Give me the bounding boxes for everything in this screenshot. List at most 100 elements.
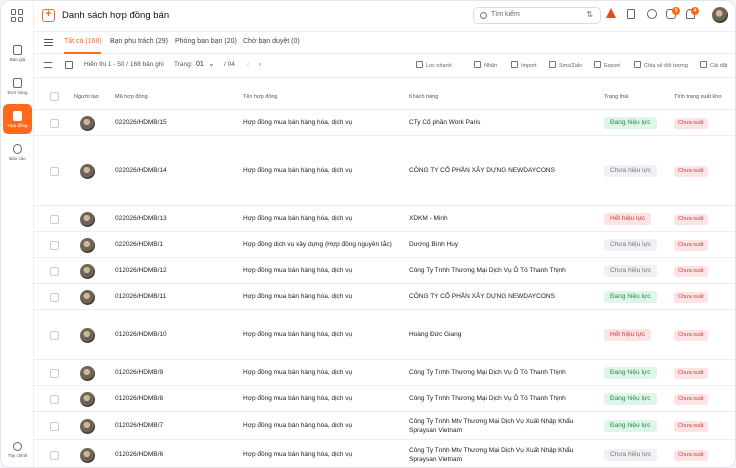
creator-avatar (80, 447, 95, 463)
tab-department[interactable]: Phòng ban bạn (20) (175, 38, 237, 45)
page-total: / 04 (224, 61, 235, 68)
contract-code[interactable]: 012026/HDMB/6 (115, 451, 163, 458)
label-button[interactable]: Nhãn (474, 61, 497, 69)
page-select[interactable]: 01 (196, 61, 204, 68)
stock-status-badge: Chưa xuất (674, 239, 708, 251)
table-row[interactable]: 022026/HDMB/1 Hợp đồng dịch vụ xây dựng (… (34, 232, 735, 258)
sidebar-item-contract[interactable]: Hợp đồng (3, 104, 32, 134)
menu-icon[interactable] (44, 39, 53, 46)
table-row[interactable]: 022026/HDMB/14 Hợp đồng mua bán hàng hóa,… (34, 136, 735, 206)
tab-mine[interactable]: Bạn phụ trách (29) (110, 38, 168, 45)
panel-toggle-icon[interactable] (65, 61, 73, 69)
contract-name: Hợp đồng mua bán hàng hóa, dịch vụ (243, 167, 353, 174)
brand-logo-icon (606, 8, 616, 18)
sidebar-item-quote[interactable]: Báo giá (3, 38, 32, 68)
table-row[interactable]: 012026/HDMB/10 Hợp đồng mua bán hàng hóa,… (34, 310, 735, 360)
status-badge: Đang hiệu lực (604, 420, 657, 432)
select-all-checkbox[interactable] (50, 92, 59, 101)
quick-filter-button[interactable]: Lọc nhanh (416, 61, 452, 69)
sidebar-item-order[interactable]: Đơn hàng (3, 71, 32, 101)
row-checkbox[interactable] (50, 330, 59, 340)
status-badge: Chưa hiệu lực (604, 239, 658, 251)
table-row[interactable]: 012026/HDMB/9 Hợp đồng mua bán hàng hóa, … (34, 360, 735, 386)
table-row[interactable]: 012026/HDMB/12 Hợp đồng mua bán hàng hóa,… (34, 258, 735, 284)
contract-table: Người tạo Mã hợp đồng Tên hợp đồng Khách… (34, 78, 735, 467)
status-badge: Chưa hiệu lực (604, 265, 658, 277)
stock-status-badge: Chưa xuất (674, 165, 708, 177)
customer-name: Công Ty Tnhh Thương Mại Dịch Vụ Ô Tô Tha… (409, 369, 566, 376)
column-settings-icon[interactable] (44, 62, 52, 68)
import-button[interactable]: Import (511, 61, 537, 69)
prev-page-icon[interactable]: ‹ (247, 61, 249, 68)
row-checkbox[interactable] (50, 292, 59, 302)
sidebar-item-report[interactable]: Báo cáo (3, 137, 32, 167)
sidebar-item-label: Hợp đồng (7, 122, 28, 128)
table-row[interactable]: 012026/HDMB/8 Hợp đồng mua bán hàng hóa, … (34, 386, 735, 412)
tab-bar: Tất cả (168) Bạn phụ trách (29) Phòng ba… (34, 32, 735, 54)
sms-zalo-button[interactable]: Sms/Zalo (549, 61, 582, 69)
stock-status-badge: Chưa xuất (674, 329, 708, 341)
sidebar-item-customize[interactable]: Tùy chỉnh (3, 437, 32, 463)
row-checkbox[interactable] (50, 450, 59, 460)
contract-code[interactable]: 012026/HDMB/12 (115, 267, 167, 274)
customer-name: CTy Cổ phần Work Paris (409, 119, 481, 126)
table-row[interactable]: 022026/HDMB/15 Hợp đồng mua bán hàng hóa,… (34, 110, 735, 136)
row-checkbox[interactable] (50, 118, 59, 128)
customer-name: Công Ty Tnhh Mtv Thương Mại Dịch Vụ Xuất… (409, 418, 574, 434)
settings-button[interactable]: Cài đặt (700, 61, 727, 69)
export-button[interactable]: Export (594, 61, 620, 69)
contract-code[interactable]: 012026/HDMB/7 (115, 422, 163, 429)
chevron-down-icon[interactable]: ⌄ (208, 59, 215, 68)
search-filter-icon[interactable]: ⇅ (586, 10, 593, 19)
status-badge: Chưa hiệu lực (604, 449, 658, 461)
col-status: Trạng thái (604, 94, 629, 100)
contract-code[interactable]: 012026/HDMB/11 (115, 293, 166, 300)
contract-name: Hợp đồng dịch vụ xây dựng (Hợp đồng nguy… (243, 241, 392, 248)
contract-code[interactable]: 022026/HDMB/1 (115, 241, 163, 248)
table-row[interactable]: 012026/HDMB/7 Hợp đồng mua bán hàng hóa, … (34, 412, 735, 440)
row-checkbox[interactable] (50, 214, 59, 224)
customer-name: Công Ty Tnhh Thương Mại Dịch Vụ Ô Tô Tha… (409, 267, 566, 274)
page-title: Danh sách hợp đồng bán (62, 10, 170, 21)
share-object-button[interactable]: Chia sẻ đối tượng (634, 61, 688, 69)
row-checkbox[interactable] (50, 166, 59, 176)
customer-name: Hoàng Đức Giang (409, 331, 462, 338)
stock-status-badge: Chưa xuất (674, 393, 708, 405)
table-row[interactable]: 012026/HDMB/6 Hợp đồng mua bán hàng hóa, … (34, 440, 735, 467)
contract-name: Hợp đồng mua bán hàng hóa, dịch vụ (243, 267, 353, 274)
row-checkbox[interactable] (50, 394, 59, 404)
contract-code[interactable]: 022026/HDMB/14 (115, 167, 167, 174)
add-contract-button[interactable]: + (42, 9, 55, 22)
contract-code[interactable]: 012026/HDMB/9 (115, 369, 163, 376)
contract-code[interactable]: 022026/HDMB/15 (115, 119, 167, 126)
top-header: + Danh sách hợp đồng bán Tìm kiếm ⇅ 9 4 (34, 1, 735, 32)
bookmark-icon[interactable] (627, 9, 635, 19)
search-placeholder: Tìm kiếm (491, 11, 520, 18)
row-checkbox[interactable] (50, 266, 59, 276)
tab-all[interactable]: Tất cả (168) (64, 38, 102, 45)
sidebar: Báo giá Đơn hàng Hợp đồng Báo cáo Tùy ch… (1, 1, 34, 467)
quote-icon (13, 44, 22, 55)
tab-pending-approval[interactable]: Chờ bạn duyệt (0) (243, 38, 300, 45)
contract-code[interactable]: 022026/HDMB/13 (115, 215, 167, 222)
status-badge: Chưa hiệu lực (604, 165, 658, 177)
apps-grid-icon[interactable] (11, 9, 24, 22)
row-checkbox[interactable] (50, 421, 59, 431)
creator-avatar (80, 391, 95, 407)
user-avatar[interactable] (712, 7, 728, 23)
customer-name: CÔNG TY CỔ PHẦN XÂY DỰNG NEWDAYCONS (409, 167, 555, 174)
creator-avatar (80, 115, 95, 131)
search-input[interactable]: Tìm kiếm ⇅ (473, 7, 601, 24)
customer-name: Dương Bình Huy (409, 241, 459, 248)
row-checkbox[interactable] (50, 240, 59, 250)
table-row[interactable]: 022026/HDMB/13 Hợp đồng mua bán hàng hóa,… (34, 206, 735, 232)
table-row[interactable]: 012026/HDMB/11 Hợp đồng mua bán hàng hóa,… (34, 284, 735, 310)
home-icon[interactable] (647, 9, 657, 19)
status-badge: Đang hiệu lực (604, 117, 657, 129)
next-page-icon[interactable]: › (259, 61, 261, 68)
contract-code[interactable]: 012026/HDMB/8 (115, 395, 163, 402)
contract-code[interactable]: 012026/HDMB/10 (115, 331, 167, 338)
row-checkbox[interactable] (50, 368, 59, 378)
record-count: Hiển thị 1 - 50 / 168 bản ghi (84, 61, 164, 68)
customize-icon (13, 442, 22, 451)
